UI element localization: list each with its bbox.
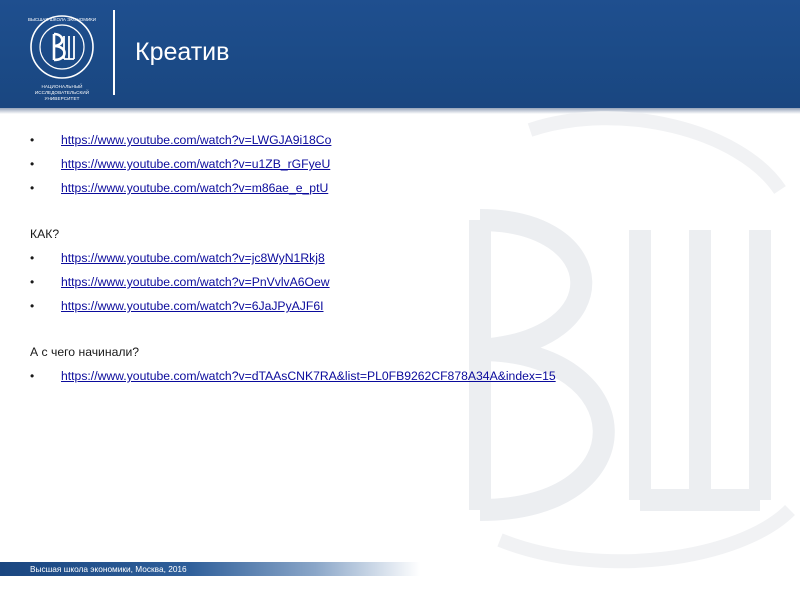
bullet: • bbox=[30, 299, 35, 313]
youtube-link[interactable]: https://www.youtube.com/watch?v=6JaJPyAJ… bbox=[61, 294, 324, 318]
slide-content: • https://www.youtube.com/watch?v=LWGJA9… bbox=[30, 128, 770, 388]
list-item: • https://www.youtube.com/watch?v=PnVvlv… bbox=[30, 270, 770, 294]
list-item: • https://www.youtube.com/watch?v=6JaJPy… bbox=[30, 294, 770, 318]
logo-ring-text: ВЫСШАЯ ШКОЛА ЭКОНОМИКИ bbox=[28, 17, 96, 22]
bullet: • bbox=[30, 369, 35, 383]
bullet: • bbox=[30, 251, 35, 265]
logo-caption-line2: УНИВЕРСИТЕТ bbox=[44, 96, 80, 101]
slide-title: Креатив bbox=[135, 38, 230, 66]
logo-caption: НАЦИОНАЛЬНЫЙ ИССЛЕДОВАТЕЛЬСКИЙ УНИВЕРСИТ… bbox=[14, 84, 110, 102]
bullet: • bbox=[30, 181, 35, 195]
hse-logo: ВЫСШАЯ ШКОЛА ЭКОНОМИКИ НАЦИОНАЛЬНЫЙ ИССЛ… bbox=[14, 12, 110, 102]
bullet: • bbox=[30, 275, 35, 289]
section-heading-row: КАК? bbox=[30, 222, 770, 246]
list-item: • https://www.youtube.com/watch?v=u1ZB_r… bbox=[30, 152, 770, 176]
bullet: • bbox=[30, 133, 35, 147]
section-heading-row: А с чего начинали? bbox=[30, 340, 770, 364]
list-item: • https://www.youtube.com/watch?v=jc8WyN… bbox=[30, 246, 770, 270]
list-item: • https://www.youtube.com/watch?v=m86ae_… bbox=[30, 176, 770, 200]
slide-header: ВЫСШАЯ ШКОЛА ЭКОНОМИКИ НАЦИОНАЛЬНЫЙ ИССЛ… bbox=[0, 0, 800, 108]
youtube-link[interactable]: https://www.youtube.com/watch?v=dTAAsCNK… bbox=[61, 364, 556, 388]
logo-caption-line1: НАЦИОНАЛЬНЫЙ ИССЛЕДОВАТЕЛЬСКИЙ bbox=[34, 84, 90, 95]
hse-emblem-icon: ВЫСШАЯ ШКОЛА ЭКОНОМИКИ bbox=[28, 15, 96, 79]
section-heading-how: КАК? bbox=[30, 227, 60, 241]
section-heading-origins: А с чего начинали? bbox=[30, 345, 140, 359]
youtube-link[interactable]: https://www.youtube.com/watch?v=LWGJA9i1… bbox=[61, 128, 331, 152]
youtube-link[interactable]: https://www.youtube.com/watch?v=u1ZB_rGF… bbox=[61, 152, 330, 176]
list-item: • https://www.youtube.com/watch?v=LWGJA9… bbox=[30, 128, 770, 152]
bullet: • bbox=[30, 157, 35, 171]
list-item: • https://www.youtube.com/watch?v=dTAAsC… bbox=[30, 364, 770, 388]
youtube-link[interactable]: https://www.youtube.com/watch?v=m86ae_e_… bbox=[61, 176, 328, 200]
header-divider bbox=[113, 10, 115, 95]
youtube-link[interactable]: https://www.youtube.com/watch?v=PnVvlvA6… bbox=[61, 270, 330, 294]
youtube-link[interactable]: https://www.youtube.com/watch?v=jc8WyN1R… bbox=[61, 246, 325, 270]
footer-text: Высшая школа экономики, Москва, 2016 bbox=[30, 564, 187, 574]
